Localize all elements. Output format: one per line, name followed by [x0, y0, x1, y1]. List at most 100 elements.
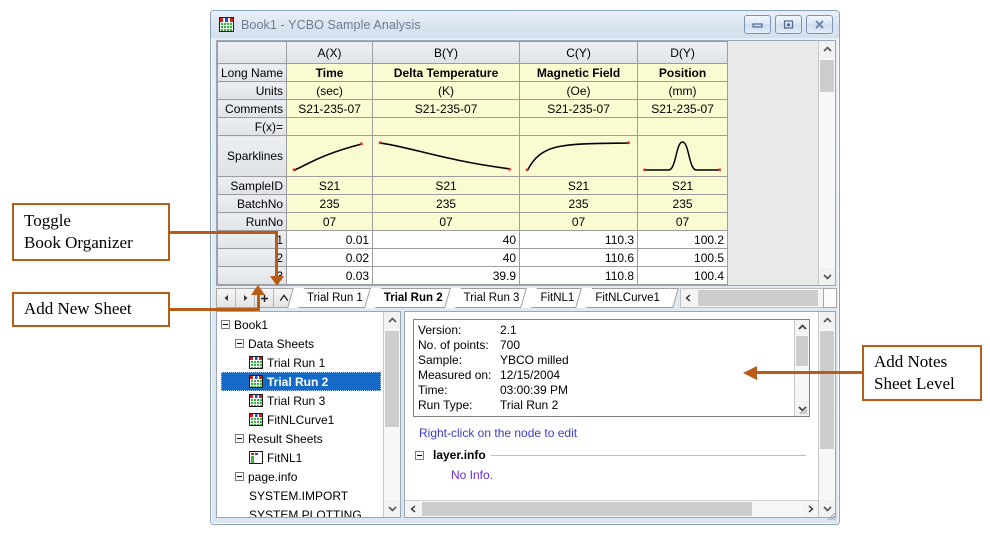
tree-node-page-info[interactable]: page.info: [221, 467, 383, 486]
cell-b1[interactable]: 40: [373, 231, 520, 249]
cell-a3[interactable]: 0.03: [287, 267, 373, 285]
notes-panel-vertical-scrollbar[interactable]: [818, 312, 835, 517]
sparkline-a[interactable]: [287, 136, 373, 177]
long-name-d[interactable]: Position: [638, 64, 728, 82]
batchno-a[interactable]: 235: [287, 195, 373, 213]
grid-vertical-scrollbar[interactable]: [818, 41, 835, 285]
grid-scroll-track[interactable]: [819, 58, 835, 268]
row-label-comments[interactable]: Comments: [218, 100, 287, 118]
sheet-tab-trial-run-3[interactable]: Trial Run 3: [452, 288, 529, 308]
sheet-tab-fitnlcurve1[interactable]: FitNLCurve1: [583, 288, 669, 308]
tree-node-trial-run-2[interactable]: Trial Run 2: [221, 372, 381, 391]
notes-box-scroll-track[interactable]: [795, 335, 809, 401]
sheet-tabbar[interactable]: Trial Run 1 Trial Run 2 Trial Run 3 FitN…: [216, 288, 836, 308]
row-label-units[interactable]: Units: [218, 82, 287, 100]
row-label-batchno[interactable]: BatchNo: [218, 195, 287, 213]
tabbar-horizontal-scrollbar[interactable]: [680, 288, 836, 308]
row-label-long-name[interactable]: Long Name: [218, 64, 287, 82]
notes-scroll-left-icon[interactable]: [405, 501, 421, 517]
scroll-down-icon[interactable]: [819, 268, 835, 285]
sampleid-a[interactable]: S21: [287, 177, 373, 195]
runno-b[interactable]: 07: [373, 213, 520, 231]
book-organizer-panel[interactable]: Book1 Data Sheets Trial Run 1 Trial Run …: [216, 311, 401, 518]
grid-scroll-thumb[interactable]: [820, 60, 834, 92]
sampleid-c[interactable]: S21: [520, 177, 638, 195]
column-header-d[interactable]: D(Y): [638, 42, 728, 64]
units-a[interactable]: (sec): [287, 82, 373, 100]
comments-c[interactable]: S21-235-07: [520, 100, 638, 118]
collapse-toggle-icon[interactable]: [235, 339, 244, 348]
long-name-c[interactable]: Magnetic Field: [520, 64, 638, 82]
long-name-a[interactable]: Time: [287, 64, 373, 82]
scroll-up-icon[interactable]: [384, 312, 400, 329]
sampleid-d[interactable]: S21: [638, 177, 728, 195]
notes-panel-scroll-thumb[interactable]: [820, 331, 834, 449]
runno-d[interactable]: 07: [638, 213, 728, 231]
sampleid-b[interactable]: S21: [373, 177, 520, 195]
comments-a[interactable]: S21-235-07: [287, 100, 373, 118]
notes-info-panel[interactable]: Version:2.1 No. of points:700 Sample:YBC…: [404, 311, 836, 518]
units-b[interactable]: (K): [373, 82, 520, 100]
tree-node-book1[interactable]: Book1: [221, 315, 383, 334]
cell-a2[interactable]: 0.02: [287, 249, 373, 267]
column-header-b[interactable]: B(Y): [373, 42, 520, 64]
row-label-formula[interactable]: F(x)=: [218, 118, 287, 136]
formula-c[interactable]: [520, 118, 638, 136]
cell-c3[interactable]: 110.8: [520, 267, 638, 285]
row-label-sampleid[interactable]: SampleID: [218, 177, 287, 195]
prev-sheet-button[interactable]: [217, 289, 236, 307]
sparkline-b[interactable]: [373, 136, 520, 177]
cell-c2[interactable]: 110.6: [520, 249, 638, 267]
long-name-b[interactable]: Delta Temperature: [373, 64, 520, 82]
notes-panel-scroll-track[interactable]: [819, 329, 835, 500]
cell-d1[interactable]: 100.2: [638, 231, 728, 249]
row-label-runno[interactable]: RunNo: [218, 213, 287, 231]
sheet-notes-text[interactable]: Version:2.1 No. of points:700 Sample:YBC…: [414, 320, 794, 416]
cell-d2[interactable]: 100.5: [638, 249, 728, 267]
organizer-vertical-scrollbar[interactable]: [383, 312, 400, 517]
close-button[interactable]: [806, 15, 833, 34]
scroll-up-icon[interactable]: [795, 320, 809, 335]
tree-node-fitnlcurve1[interactable]: FitNLCurve1: [221, 410, 383, 429]
worksheet-grid[interactable]: A(X) B(Y) C(Y) D(Y) Long Name Time Delta…: [216, 40, 836, 286]
organizer-scroll-thumb[interactable]: [385, 331, 399, 427]
runno-a[interactable]: 07: [287, 213, 373, 231]
minimize-button[interactable]: [744, 15, 771, 34]
notes-box-scroll-thumb[interactable]: [796, 336, 808, 366]
cell-d3[interactable]: 100.4: [638, 267, 728, 285]
cell-b2[interactable]: 40: [373, 249, 520, 267]
formula-a[interactable]: [287, 118, 373, 136]
collapse-toggle-icon[interactable]: [415, 451, 424, 460]
tree-node-result-sheets[interactable]: Result Sheets: [221, 429, 383, 448]
corner-cell[interactable]: [218, 42, 287, 64]
scroll-up-icon[interactable]: [819, 41, 835, 58]
grid-scroll-area[interactable]: A(X) B(Y) C(Y) D(Y) Long Name Time Delta…: [217, 41, 818, 285]
cell-c1[interactable]: 110.3: [520, 231, 638, 249]
runno-c[interactable]: 07: [520, 213, 638, 231]
comments-d[interactable]: S21-235-07: [638, 100, 728, 118]
column-header-c[interactable]: C(Y): [520, 42, 638, 64]
notes-box-scrollbar[interactable]: [794, 320, 809, 416]
batchno-b[interactable]: 235: [373, 195, 520, 213]
layer-info-section[interactable]: layer.info: [415, 448, 818, 462]
tree-node-data-sheets[interactable]: Data Sheets: [221, 334, 383, 353]
book-organizer-tree[interactable]: Book1 Data Sheets Trial Run 1 Trial Run …: [217, 312, 383, 517]
units-c[interactable]: (Oe): [520, 82, 638, 100]
column-header-a[interactable]: A(X): [287, 42, 373, 64]
tabbar-scroll-track[interactable]: [697, 289, 819, 307]
scroll-up-icon[interactable]: [819, 312, 835, 329]
resize-grip-icon[interactable]: [799, 406, 808, 415]
scroll-down-icon[interactable]: [384, 500, 400, 517]
row-label-sparklines[interactable]: Sparklines: [218, 136, 287, 177]
restore-button[interactable]: [775, 15, 802, 34]
window-titlebar[interactable]: Book1 - YCBO Sample Analysis: [211, 11, 839, 38]
collapse-toggle-icon[interactable]: [221, 320, 230, 329]
tree-node-system-plotting[interactable]: SYSTEM.PLOTTING: [221, 505, 383, 517]
notes-scroll-track[interactable]: [421, 501, 802, 517]
formula-d[interactable]: [638, 118, 728, 136]
sparkline-d[interactable]: [638, 136, 728, 177]
units-d[interactable]: (mm): [638, 82, 728, 100]
tabbar-scroll-thumb[interactable]: [698, 290, 818, 306]
sheet-tab-trial-run-2[interactable]: Trial Run 2: [372, 288, 452, 308]
sheet-tab-trial-run-1[interactable]: Trial Run 1: [295, 288, 372, 308]
